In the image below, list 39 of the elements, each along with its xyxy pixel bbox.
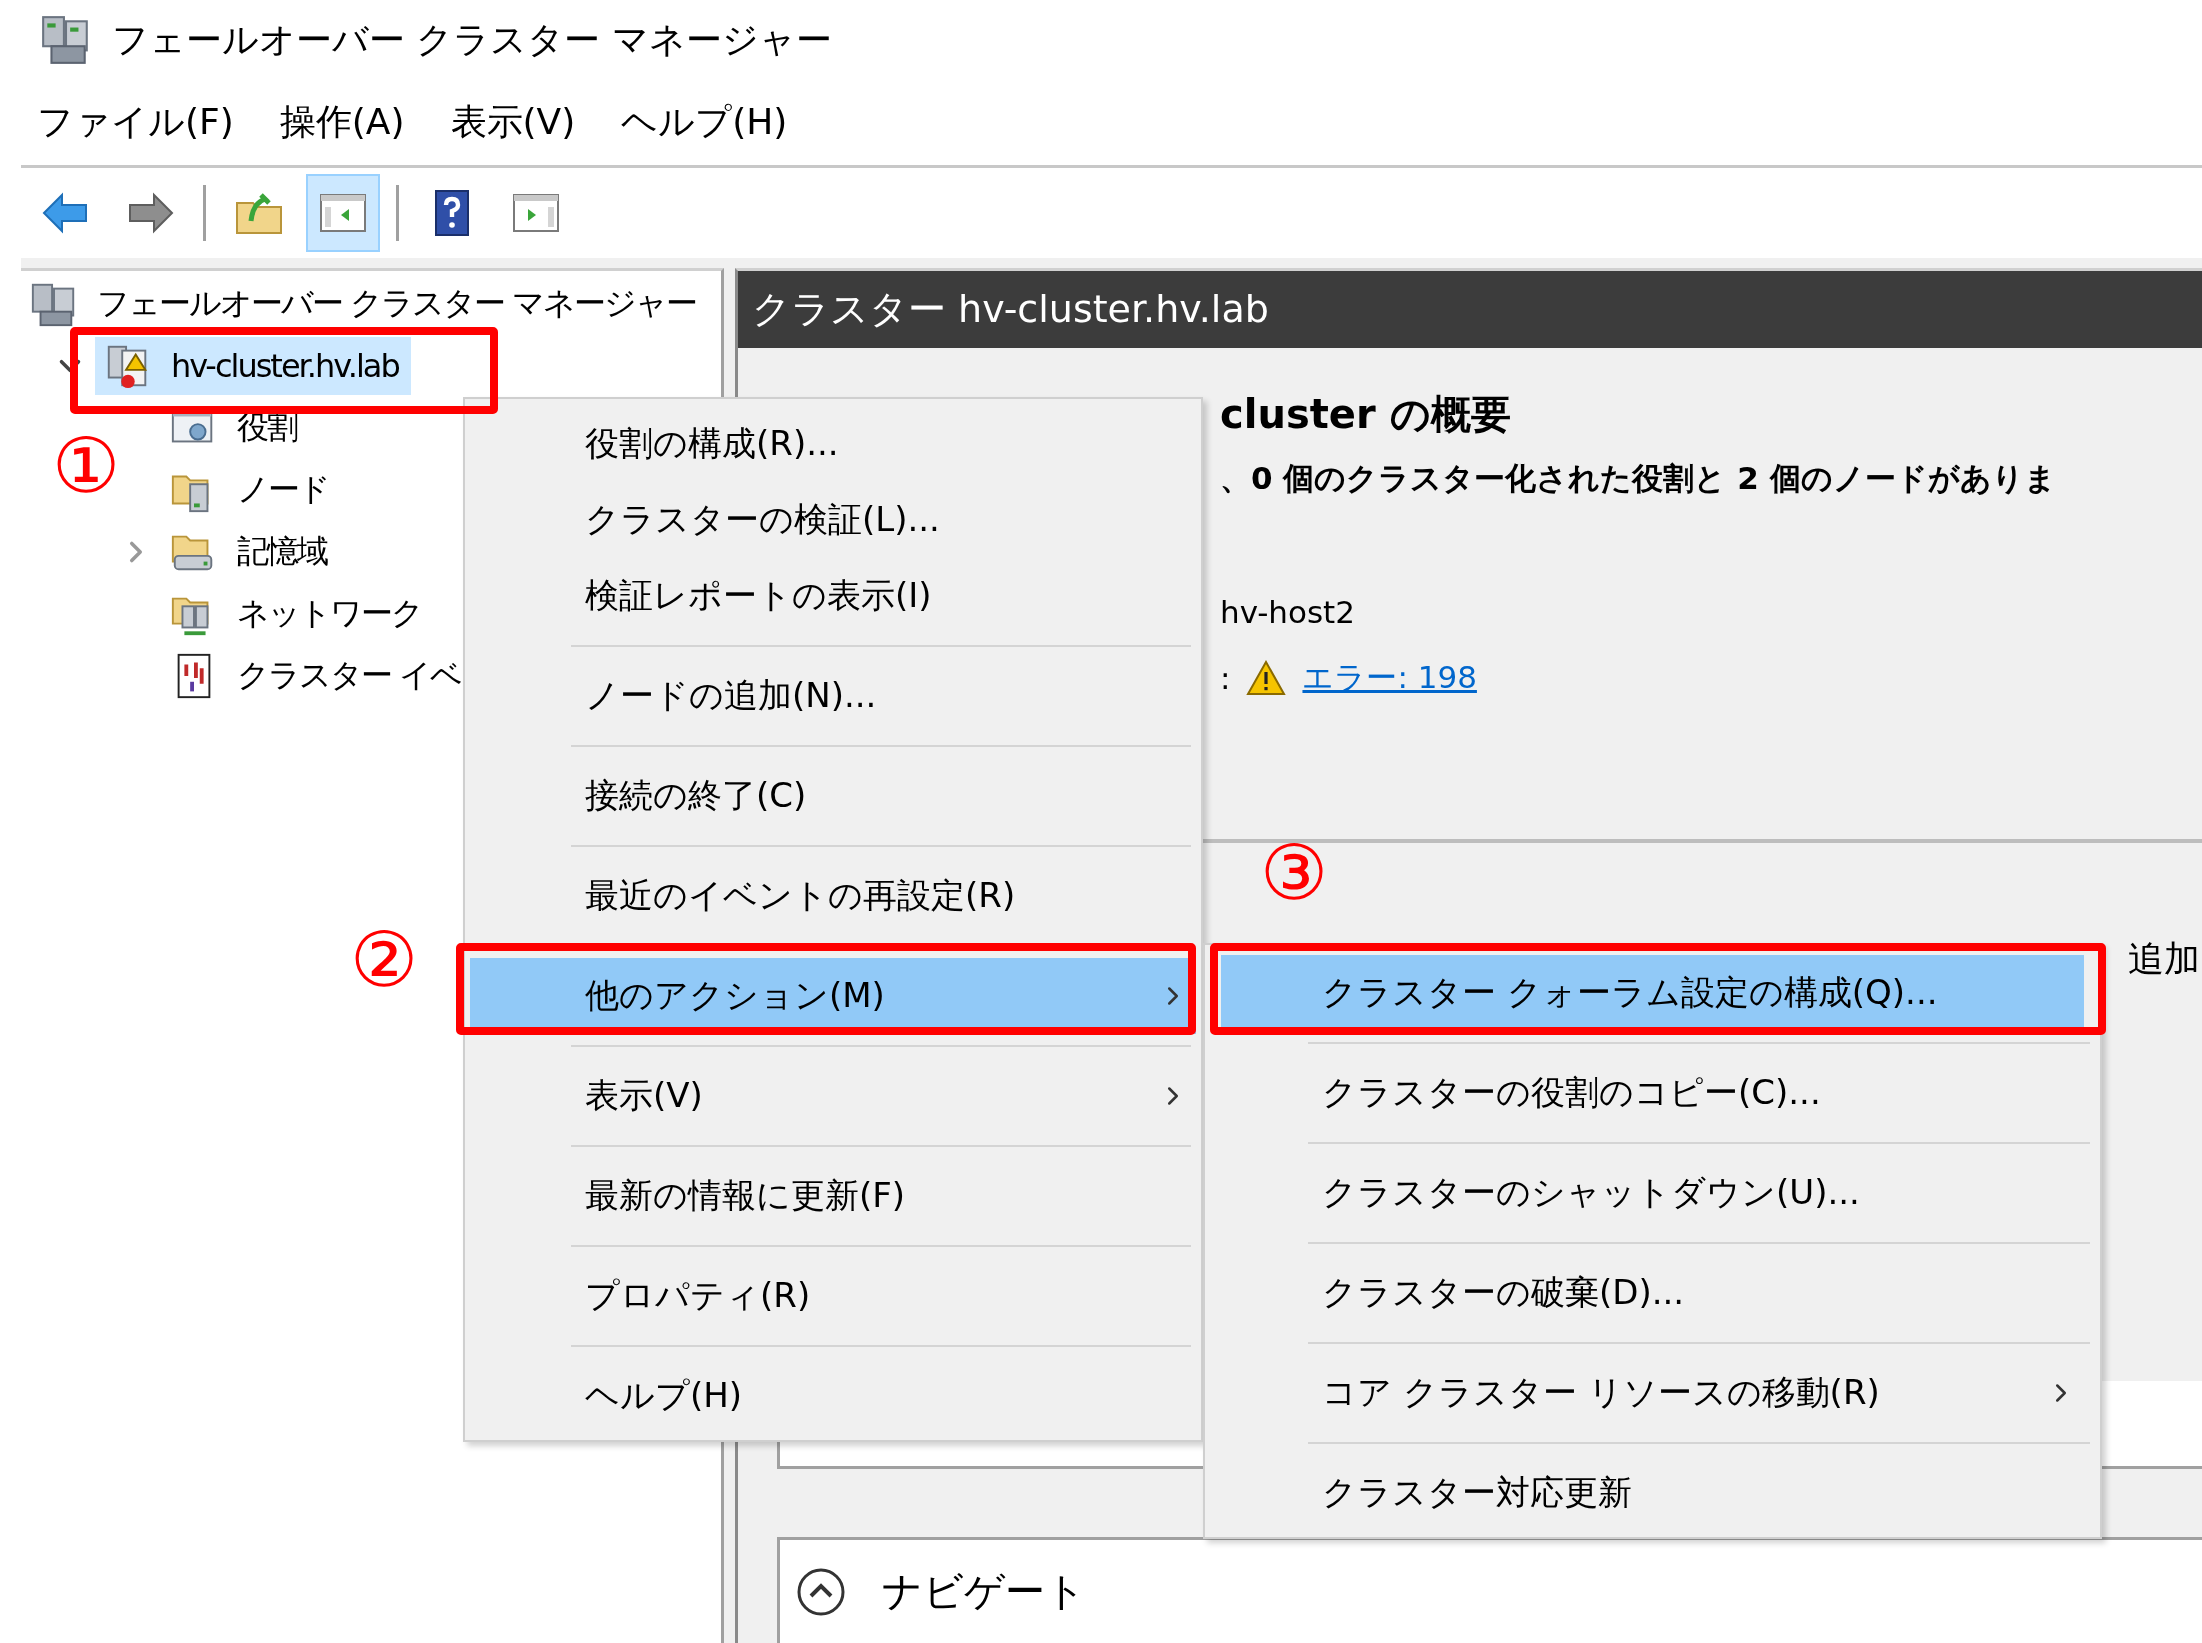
menu-bar-item[interactable]: 表示(V) — [434, 92, 592, 153]
step-number: ② — [350, 922, 418, 998]
menu-item[interactable]: クラスター対応更新 — [1221, 1455, 2084, 1531]
window-title: フェールオーバー クラスター マネージャー — [112, 17, 832, 62]
error-link[interactable]: エラー: 198 — [1302, 657, 1477, 699]
action-text: 追加 — [2128, 937, 2201, 981]
tree-item[interactable]: フェールオーバー クラスター マネージャー — [21, 275, 709, 333]
host-name: hv-host2 — [1220, 593, 1356, 632]
menu-bar-item[interactable]: ヘルプ(H) — [605, 92, 804, 153]
events-label: : — [1220, 660, 1231, 696]
menu-item[interactable]: クラスターの役割のコピー(C)... — [1221, 1055, 2084, 1131]
menu-bar-item[interactable]: ファイル(F) — [21, 92, 250, 153]
navigate-label: ナビゲート — [882, 1567, 1086, 1616]
menu-item[interactable]: クラスターの検証(L)... — [470, 482, 1196, 558]
tree-item[interactable]: 役割 — [161, 399, 309, 457]
menu-item[interactable]: 最近のイベントの再設定(R) — [470, 858, 1196, 934]
menu-item[interactable]: 接続の終了(C) — [470, 758, 1196, 834]
menu-item[interactable]: 表示(V) — [470, 1058, 1196, 1134]
menu-item[interactable]: ヘルプ(H) — [470, 1358, 1196, 1434]
collapse-icon[interactable] — [796, 1566, 846, 1617]
warning-icon — [1246, 660, 1287, 696]
menu-item[interactable]: 役割の構成(R)... — [470, 406, 1196, 482]
step-number: ③ — [1260, 835, 1328, 911]
menu-item[interactable]: 他のアクション(M) — [470, 958, 1196, 1034]
menu-item[interactable]: クラスターの破棄(D)... — [1221, 1255, 2084, 1331]
menu-item[interactable]: プロパティ(R) — [470, 1258, 1196, 1334]
tree-item[interactable]: hv-cluster.hv.lab — [95, 337, 411, 395]
menu-item[interactable]: コア クラスター リソースの移動(R) — [1221, 1355, 2084, 1431]
menu-item[interactable]: クラスターのシャットダウン(U)... — [1221, 1155, 2084, 1231]
tree-item[interactable]: 記憶域 — [161, 523, 339, 581]
tree-item[interactable]: ノード — [161, 461, 341, 519]
panel-header: クラスター hv-cluster.hv.lab — [738, 271, 2202, 348]
tree-item[interactable]: ネットワーク — [161, 585, 434, 643]
menu-item[interactable]: 最新の情報に更新(F) — [470, 1158, 1196, 1234]
menu-item[interactable]: 検証レポートの表示(I) — [470, 558, 1196, 634]
menu-bar-item[interactable]: 操作(A) — [263, 92, 421, 153]
summary-title: cluster の概要 — [1220, 390, 1512, 439]
step-number: ① — [52, 428, 120, 504]
summary-text: 、0 個のクラスター化された役割と 2 個のノードがありま — [1220, 459, 2057, 498]
